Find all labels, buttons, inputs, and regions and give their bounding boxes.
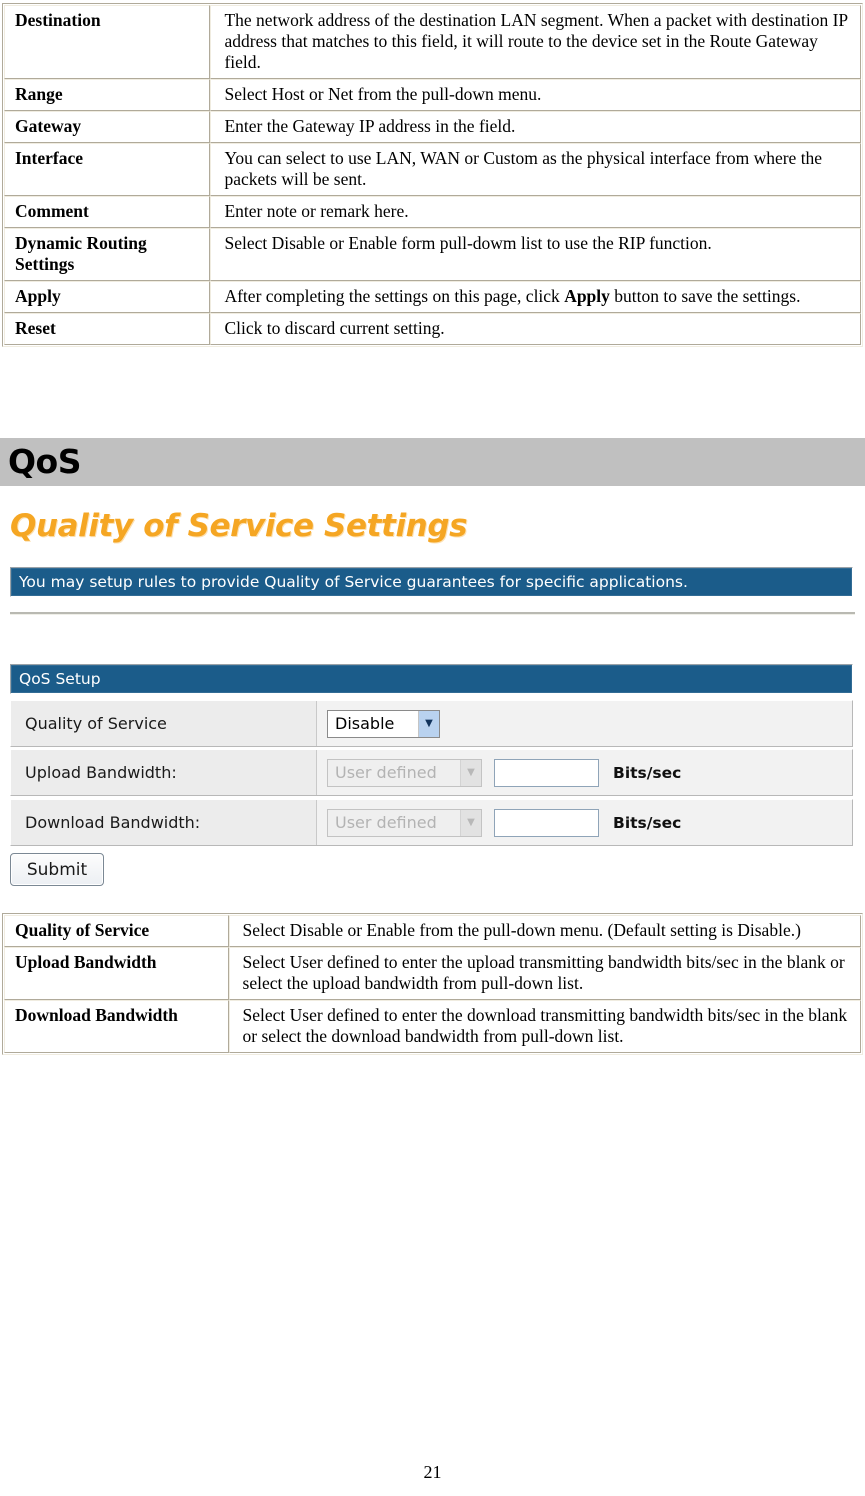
row-value: After completing the settings on this pa… xyxy=(210,281,861,313)
qos-setup-header: QoS Setup xyxy=(10,664,853,694)
field-control: User defined ▼ Bits/sec xyxy=(316,750,852,795)
chevron-down-icon[interactable]: ▼ xyxy=(418,710,439,737)
row-value: Enter note or remark here. xyxy=(210,196,861,228)
chevron-down-icon[interactable]: ▼ xyxy=(460,809,481,836)
field-label: Download Bandwidth: xyxy=(25,813,201,832)
table-row: Gateway Enter the Gateway IP address in … xyxy=(4,111,861,143)
field-label: Quality of Service xyxy=(25,714,167,733)
section-heading-band: QoS xyxy=(0,438,865,486)
row-key: Interface xyxy=(4,143,211,196)
table-row: Reset Click to discard current setting. xyxy=(4,313,861,345)
table-row: Range Select Host or Net from the pull-d… xyxy=(4,79,861,111)
submit-button[interactable]: Submit xyxy=(10,853,104,886)
row-value: Click to discard current setting. xyxy=(210,313,861,345)
field-label: Upload Bandwidth: xyxy=(25,763,177,782)
table-row: Download Bandwidth Select User defined t… xyxy=(4,1000,861,1053)
table-row: Interface You can select to use LAN, WAN… xyxy=(4,143,861,196)
form-row-download-bandwidth: Download Bandwidth: User defined ▼ Bits/… xyxy=(10,799,853,846)
form-row-quality-of-service: Quality of Service Disable ▼ xyxy=(10,700,853,747)
table-row: Dynamic Routing Settings Select Disable … xyxy=(4,228,861,281)
field-control: Disable ▼ xyxy=(316,701,852,746)
row-key: Range xyxy=(4,79,211,111)
upload-bandwidth-unit: Bits/sec xyxy=(613,763,682,782)
horizontal-divider xyxy=(10,612,855,615)
row-key: Upload Bandwidth xyxy=(4,947,229,1000)
row-key: Comment xyxy=(4,196,211,228)
row-value: Select Disable or Enable from the pull-d… xyxy=(228,915,861,947)
row-key: Dynamic Routing Settings xyxy=(4,228,211,281)
routing-parameters-table: Destination The network address of the d… xyxy=(2,3,863,347)
row-value: You can select to use LAN, WAN or Custom… xyxy=(210,143,861,196)
row-value: Select Disable or Enable form pull-dowm … xyxy=(210,228,861,281)
row-value: The network address of the destination L… xyxy=(210,5,861,79)
table-row: Quality of Service Select Disable or Ena… xyxy=(4,915,861,947)
select-value: Disable xyxy=(335,714,395,733)
row-value: Select User defined to enter the downloa… xyxy=(228,1000,861,1053)
qos-parameters-table: Quality of Service Select Disable or Ena… xyxy=(2,913,863,1055)
row-key: Download Bandwidth xyxy=(4,1000,229,1053)
info-banner: You may setup rules to provide Quality o… xyxy=(10,567,853,597)
row-key: Destination xyxy=(4,5,211,79)
upload-bandwidth-input[interactable] xyxy=(494,758,599,787)
download-bandwidth-input[interactable] xyxy=(494,808,599,837)
value-post: button to save the settings. xyxy=(609,286,801,306)
page-number: 21 xyxy=(423,1462,442,1482)
value-emphasis: Apply xyxy=(564,286,610,306)
table-row: Destination The network address of the d… xyxy=(4,5,861,79)
router-page-title: Quality of Service Settings xyxy=(10,508,468,544)
select-value: User defined xyxy=(335,763,437,782)
row-key: Quality of Service xyxy=(4,915,229,947)
row-key: Apply xyxy=(4,281,211,313)
row-key: Reset xyxy=(4,313,211,345)
field-control: User defined ▼ Bits/sec xyxy=(316,800,852,845)
value-pre: After completing the settings on this pa… xyxy=(224,286,565,306)
row-value: Select User defined to enter the upload … xyxy=(228,947,861,1000)
table-row: Apply After completing the settings on t… xyxy=(4,281,861,313)
row-value: Enter the Gateway IP address in the fiel… xyxy=(210,111,861,143)
form-row-upload-bandwidth: Upload Bandwidth: User defined ▼ Bits/se… xyxy=(10,749,853,796)
download-bandwidth-select[interactable]: User defined ▼ xyxy=(327,808,482,837)
select-value: User defined xyxy=(335,813,437,832)
upload-bandwidth-select[interactable]: User defined ▼ xyxy=(327,758,482,787)
chevron-down-icon[interactable]: ▼ xyxy=(460,759,481,786)
row-value: Select Host or Net from the pull-down me… xyxy=(210,79,861,111)
download-bandwidth-unit: Bits/sec xyxy=(613,813,682,832)
table-row: Comment Enter note or remark here. xyxy=(4,196,861,228)
quality-of-service-select[interactable]: Disable ▼ xyxy=(327,709,440,738)
table-row: Upload Bandwidth Select User defined to … xyxy=(4,947,861,1000)
row-key: Gateway xyxy=(4,111,211,143)
page-title: QoS xyxy=(8,442,82,481)
router-ui-screenshot: Quality of Service Settings You may setu… xyxy=(0,498,865,896)
